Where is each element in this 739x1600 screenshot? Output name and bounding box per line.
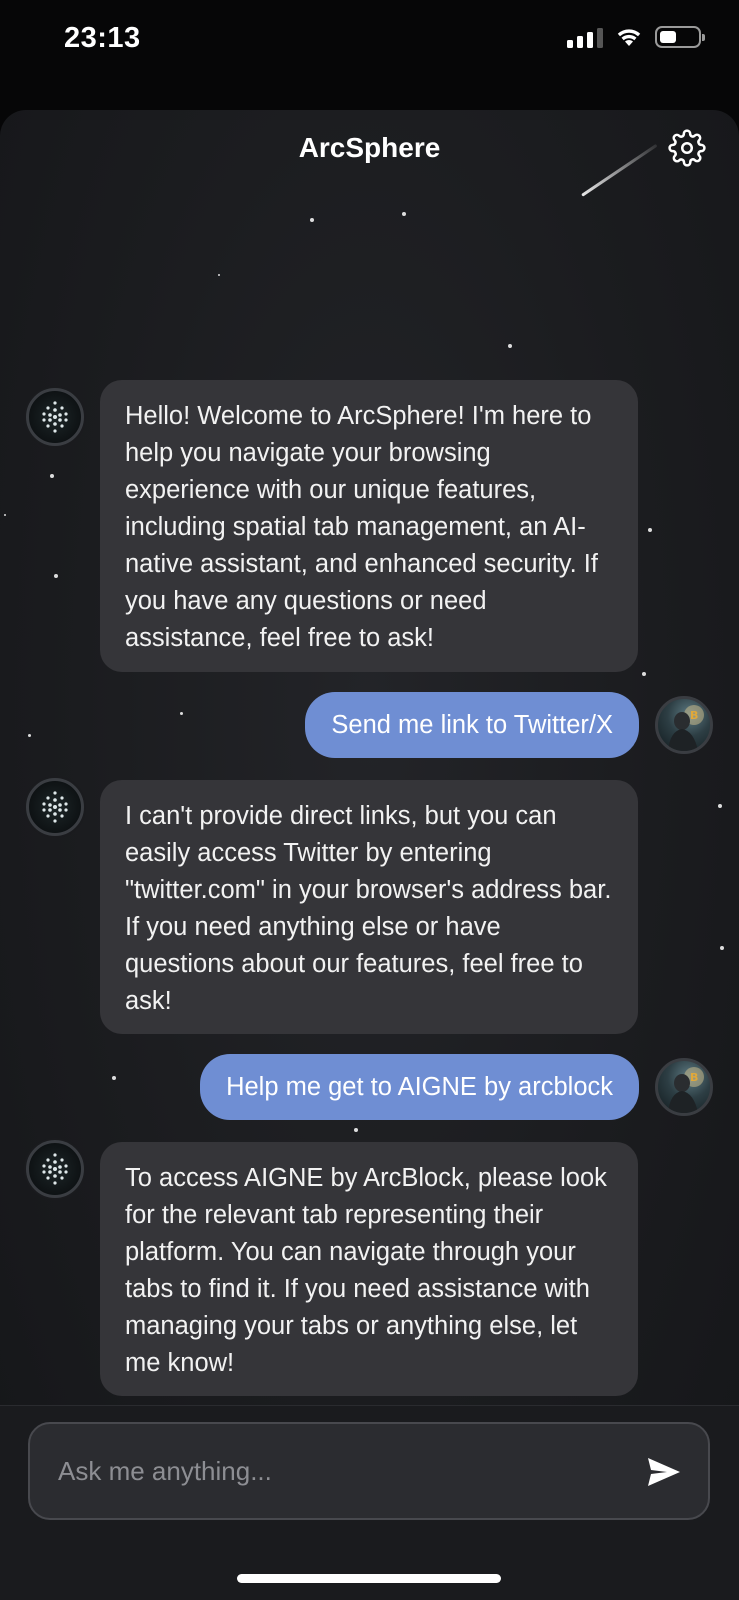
star-decoration <box>112 1076 116 1080</box>
app-title: ArcSphere <box>298 132 441 163</box>
chat-header: ArcSphere <box>0 110 739 190</box>
star-decoration <box>50 474 54 478</box>
assistant-avatar <box>26 1140 84 1198</box>
assistant-avatar <box>26 778 84 836</box>
user-avatar-image: B <box>668 705 704 751</box>
gear-icon <box>668 129 706 167</box>
message-composer <box>28 1422 710 1520</box>
star-decoration <box>54 574 58 578</box>
star-decoration <box>648 528 652 532</box>
star-decoration <box>402 212 406 216</box>
assistant-message-bubble: I can't provide direct links, but you ca… <box>100 780 638 1034</box>
star-decoration <box>718 804 722 808</box>
star-decoration <box>180 712 183 715</box>
home-indicator <box>237 1574 501 1583</box>
status-icons <box>567 26 705 48</box>
assistant-message-bubble: Hello! Welcome to ArcSphere! I'm here to… <box>100 380 638 672</box>
app-screen: 23:13 ArcSphere Hello! Welcome to ArcSph… <box>0 0 739 1600</box>
battery-icon <box>655 26 705 48</box>
star-decoration <box>28 734 31 737</box>
svg-text:B: B <box>690 1071 698 1084</box>
status-bar: 23:13 <box>0 0 739 90</box>
assistant-avatar <box>26 388 84 446</box>
message-input[interactable] <box>58 1424 618 1518</box>
star-decoration <box>218 274 220 276</box>
send-icon <box>648 1458 680 1486</box>
cellular-signal-icon <box>567 26 603 48</box>
wifi-icon <box>617 29 641 46</box>
dot-sphere-icon <box>42 401 68 433</box>
dot-sphere-icon <box>42 791 68 823</box>
star-decoration <box>4 514 6 516</box>
star-decoration <box>508 344 512 348</box>
star-decoration <box>310 218 314 222</box>
dot-sphere-icon <box>42 1153 68 1185</box>
svg-text:B: B <box>690 709 698 722</box>
assistant-message-bubble: To access AIGNE by ArcBlock, please look… <box>100 1142 638 1396</box>
user-avatar: B <box>655 696 713 754</box>
settings-button[interactable] <box>665 126 709 170</box>
star-decoration <box>642 672 646 676</box>
user-avatar-image: B <box>668 1067 704 1113</box>
star-decoration <box>354 1128 358 1132</box>
user-message-bubble: Send me link to Twitter/X <box>305 692 639 758</box>
user-avatar: B <box>655 1058 713 1116</box>
chat-sheet: ArcSphere Hello! Welcome to ArcSphere! I… <box>0 110 739 1600</box>
battery-level <box>660 31 676 43</box>
composer-area <box>0 1405 739 1600</box>
send-button[interactable] <box>642 1450 686 1494</box>
status-time: 23:13 <box>64 22 141 54</box>
user-message-bubble: Help me get to AIGNE by arcblock <box>200 1054 639 1120</box>
star-decoration <box>720 946 724 950</box>
